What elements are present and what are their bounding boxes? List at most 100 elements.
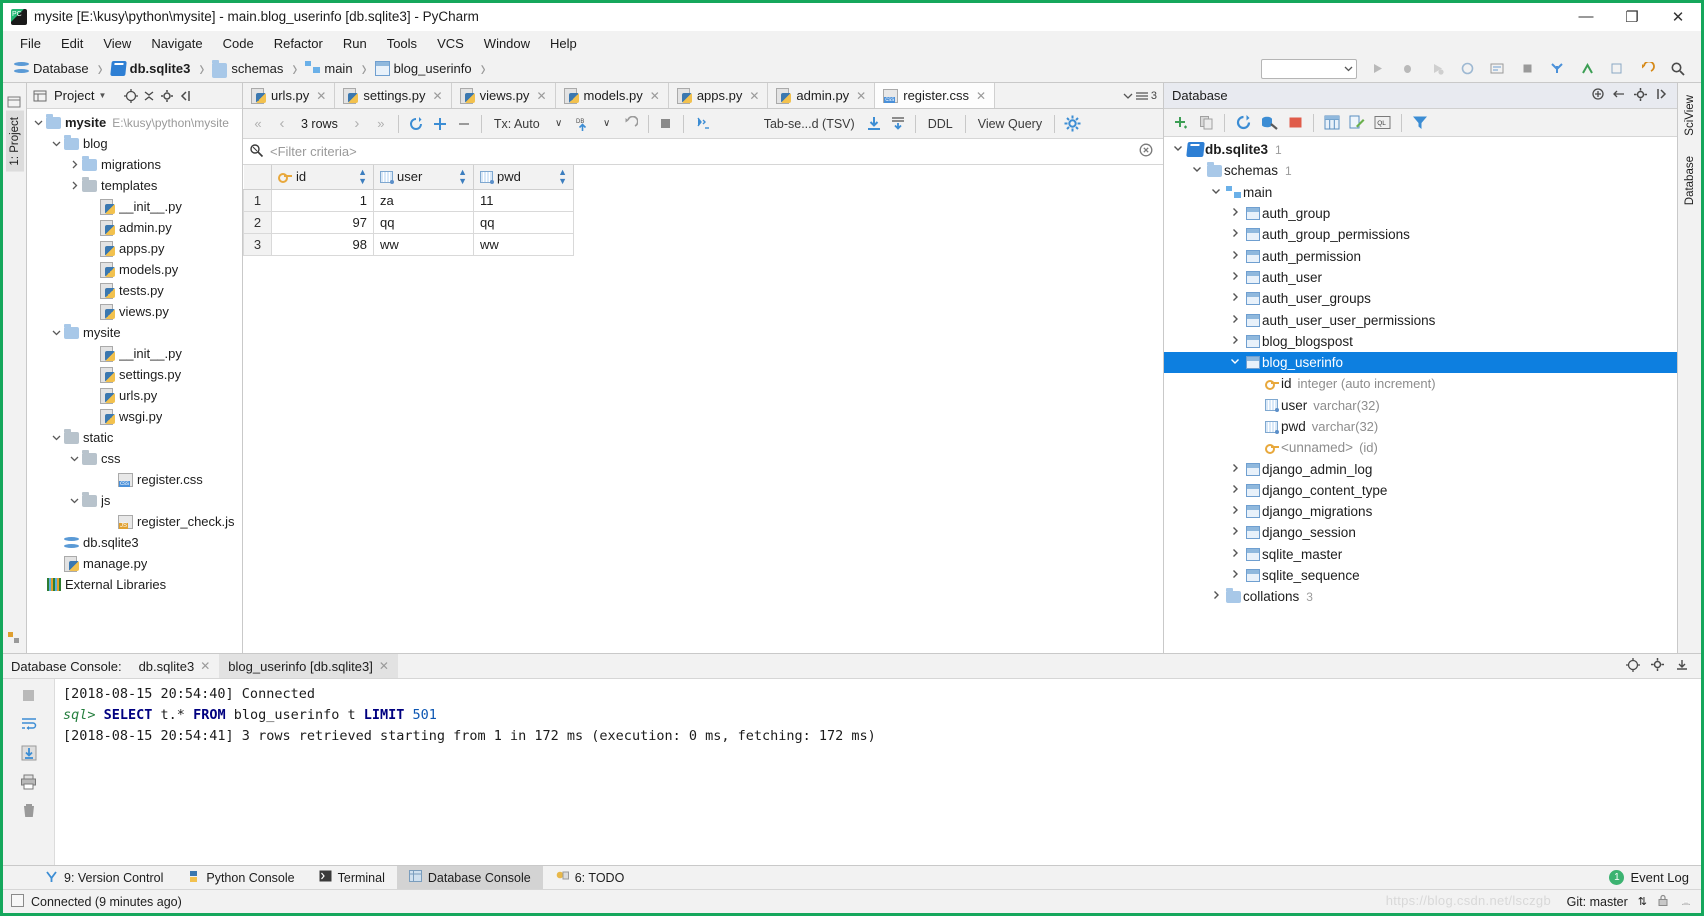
- menu-code[interactable]: Code: [214, 34, 263, 53]
- chevron-down-icon[interactable]: [67, 496, 81, 505]
- menu-edit[interactable]: Edit: [52, 34, 92, 53]
- database-tree-item[interactable]: django_admin_log: [1164, 458, 1677, 479]
- project-tree-item[interactable]: urls.py: [27, 385, 242, 406]
- editor-tab[interactable]: admin.py ✕: [768, 83, 876, 108]
- project-file-tree[interactable]: mysite E:\kusy\python\mysite blog migration…: [27, 109, 242, 653]
- database-tree-item[interactable]: django_migrations: [1164, 501, 1677, 522]
- cell-user[interactable]: qq: [373, 210, 474, 234]
- column-header-user[interactable]: user ▲ ▼: [373, 165, 474, 190]
- menu-run[interactable]: Run: [334, 34, 376, 53]
- database-tree-item[interactable]: blog_userinfo: [1164, 351, 1677, 374]
- sidebar-tab-sciview[interactable]: SciView: [1681, 89, 1699, 142]
- database-tree-item[interactable]: sqlite_sequence: [1164, 565, 1677, 586]
- project-tree-item[interactable]: admin.py: [27, 217, 242, 238]
- database-tree-item[interactable]: blog_blogspost: [1164, 331, 1677, 352]
- sort-indicator-icon[interactable]: ▲ ▼: [458, 167, 467, 186]
- cell-id[interactable]: 97: [271, 210, 374, 234]
- chevron-right-icon[interactable]: [1227, 250, 1243, 263]
- chevron-down-icon[interactable]: [1170, 143, 1186, 156]
- attach-icon[interactable]: [1487, 59, 1507, 79]
- project-tree-item[interactable]: register_check.js: [27, 511, 242, 532]
- database-tree-item[interactable]: auth_user_user_permissions: [1164, 309, 1677, 330]
- chevron-right-icon[interactable]: [1227, 292, 1243, 305]
- cell-pwd[interactable]: qq: [473, 210, 574, 234]
- database-object-tree[interactable]: db.sqlite3 1 schemas 1 main auth_group auth_gr…: [1164, 137, 1677, 653]
- tool-tab-terminal[interactable]: Terminal: [307, 866, 397, 889]
- chevron-down-icon[interactable]: ▼: [98, 91, 106, 100]
- vcs-history-icon[interactable]: [1607, 59, 1627, 79]
- submit-button[interactable]: DB: [572, 113, 594, 135]
- hide-panel-icon[interactable]: [176, 87, 194, 105]
- output-format-selector[interactable]: Tab-se...d (TSV): [758, 113, 861, 135]
- tool-tab-version-control[interactable]: 9: Version Control: [33, 866, 175, 889]
- cell-id[interactable]: 1: [271, 188, 374, 212]
- breadcrumb-main[interactable]: main: [302, 60, 355, 77]
- view-query-button[interactable]: View Query: [972, 113, 1048, 135]
- chevron-right-icon[interactable]: [1227, 463, 1243, 476]
- modify-table-icon[interactable]: [1346, 112, 1368, 134]
- project-tree-item[interactable]: wsgi.py: [27, 406, 242, 427]
- editor-tab[interactable]: apps.py ✕: [668, 83, 769, 108]
- git-branch-label[interactable]: Git: master: [1567, 895, 1628, 909]
- project-tree-item[interactable]: manage.py: [27, 553, 242, 574]
- editor-tab[interactable]: urls.py ✕: [243, 83, 336, 108]
- last-page-button[interactable]: »: [370, 113, 392, 135]
- locate-icon[interactable]: [122, 87, 140, 105]
- close-button[interactable]: ✕: [1655, 3, 1701, 30]
- filter-icon[interactable]: [1409, 112, 1431, 134]
- sort-indicator-icon[interactable]: ▲ ▼: [358, 167, 367, 186]
- database-tree-item[interactable]: auth_user: [1164, 267, 1677, 288]
- project-tree-item[interactable]: __init__.py: [27, 343, 242, 364]
- chevron-right-icon[interactable]: [1208, 590, 1224, 603]
- hide-panel-icon[interactable]: [1655, 87, 1669, 104]
- tool-tab-todo[interactable]: 6: TODO: [543, 866, 637, 889]
- refresh-icon[interactable]: [1232, 112, 1255, 134]
- database-tree-item[interactable]: pwd varchar(32): [1164, 416, 1677, 437]
- table-row[interactable]: 3 98 ww ww: [243, 232, 574, 256]
- sync-icon[interactable]: [1612, 87, 1626, 104]
- tool-tab-database-console[interactable]: Database Console: [396, 866, 543, 889]
- search-everywhere-icon[interactable]: [1667, 59, 1687, 79]
- database-tree-item[interactable]: auth_user_groups: [1164, 288, 1677, 309]
- close-icon[interactable]: ✕: [316, 89, 326, 103]
- project-tree-item[interactable]: blog: [27, 133, 242, 154]
- grid-settings-icon[interactable]: [1061, 113, 1084, 135]
- run-icon[interactable]: [1367, 59, 1387, 79]
- chevron-down-icon[interactable]: [67, 454, 81, 463]
- chevron-right-icon[interactable]: [1227, 271, 1243, 284]
- project-tree-item[interactable]: tests.py: [27, 280, 242, 301]
- minimize-button[interactable]: —: [1563, 3, 1609, 30]
- chevron-right-icon[interactable]: [1227, 314, 1243, 327]
- console-tab-db-sqlite3[interactable]: db.sqlite3 ✕: [130, 654, 220, 678]
- ddl-button[interactable]: DDL: [922, 113, 959, 135]
- print-icon[interactable]: [18, 771, 40, 793]
- project-tree-item[interactable]: __init__.py: [27, 196, 242, 217]
- column-header-id[interactable]: id ▲ ▼: [271, 165, 374, 190]
- database-tree-item[interactable]: <unnamed> (id): [1164, 437, 1677, 458]
- clear-filter-icon[interactable]: [1139, 143, 1153, 160]
- chevron-down-icon[interactable]: [1227, 356, 1243, 369]
- chevron-down-icon[interactable]: [49, 433, 63, 442]
- breadcrumb-db-sqlite3[interactable]: db.sqlite3: [108, 60, 194, 77]
- project-tree-item[interactable]: js: [27, 490, 242, 511]
- database-tree-item[interactable]: id integer (auto increment): [1164, 373, 1677, 394]
- chevron-right-icon[interactable]: [1227, 569, 1243, 582]
- database-tree-item[interactable]: sqlite_master: [1164, 544, 1677, 565]
- editor-tab[interactable]: register.css ✕: [875, 83, 996, 108]
- chevron-right-icon[interactable]: [67, 160, 81, 169]
- cancel-query-button[interactable]: [655, 113, 677, 135]
- database-tree-item[interactable]: django_session: [1164, 522, 1677, 543]
- menu-navigate[interactable]: Navigate: [142, 34, 211, 53]
- project-tree-item[interactable]: migrations: [27, 154, 242, 175]
- chevron-right-icon[interactable]: [1227, 548, 1243, 561]
- transaction-chevron-icon[interactable]: ∨: [548, 113, 570, 135]
- column-header-pwd[interactable]: pwd ▲ ▼: [473, 165, 574, 190]
- cell-user[interactable]: za: [373, 188, 474, 212]
- hide-panel-icon[interactable]: [1675, 658, 1689, 675]
- add-datasource-icon[interactable]: [1591, 87, 1605, 104]
- datasource-properties-icon[interactable]: [1258, 112, 1281, 134]
- chevron-right-icon[interactable]: [67, 181, 81, 190]
- scroll-to-end-icon[interactable]: [18, 742, 40, 764]
- chevron-down-icon[interactable]: [49, 139, 63, 148]
- project-structure-icon[interactable]: [7, 95, 23, 111]
